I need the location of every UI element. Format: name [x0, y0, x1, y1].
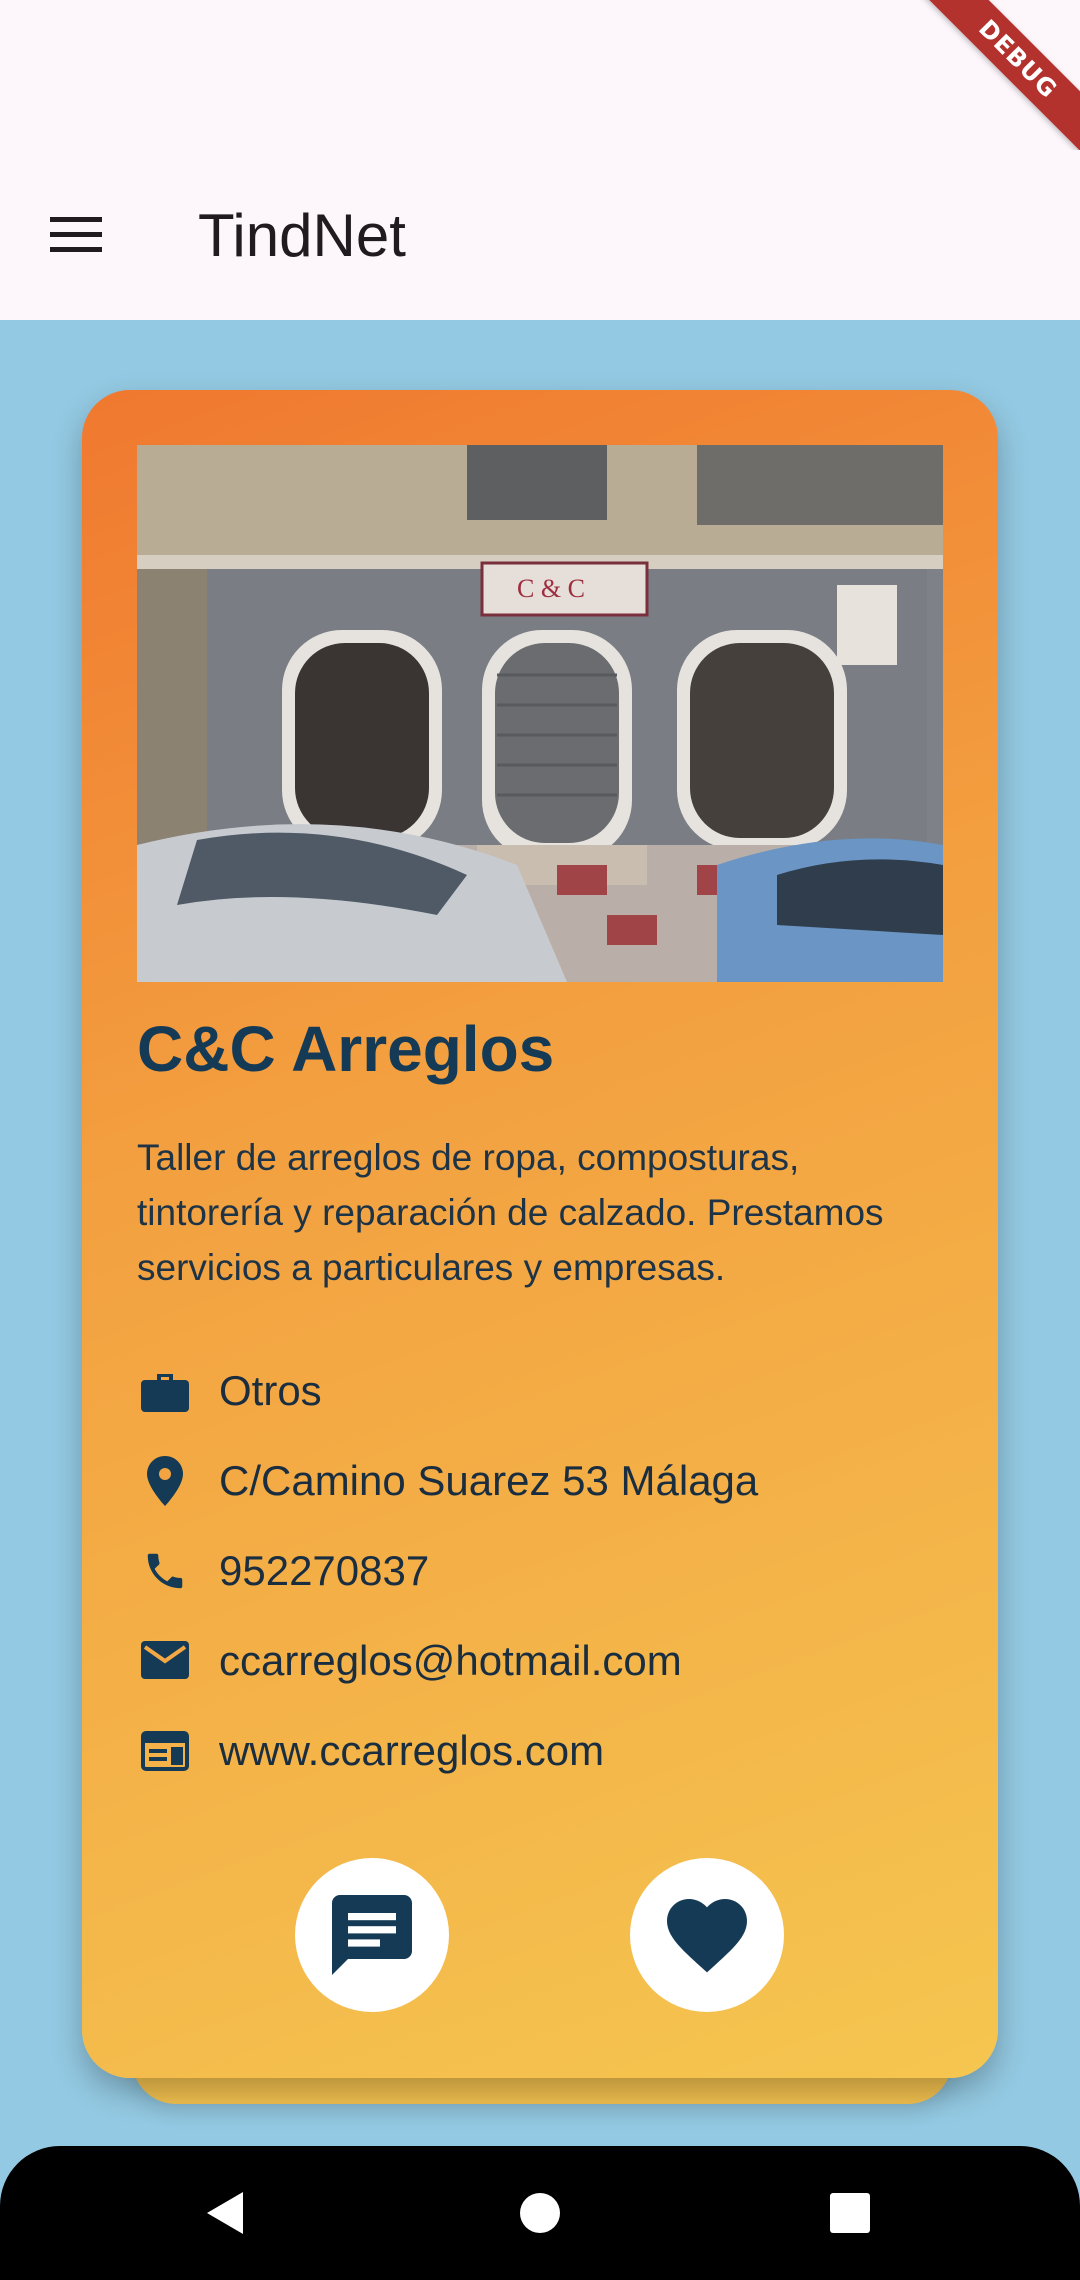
chat-icon: [332, 1895, 412, 1975]
back-button[interactable]: [180, 2168, 270, 2258]
status-bar: DEBUG: [0, 0, 1080, 159]
app-title: TindNet: [198, 201, 406, 269]
menu-icon: [50, 217, 102, 252]
location-pin-icon: [137, 1453, 193, 1509]
recents-button[interactable]: [805, 2168, 895, 2258]
screen: DEBUG TindNet C & C C&C Arreglos Taller …: [0, 0, 1080, 2280]
email-text[interactable]: ccarreglos@hotmail.com: [219, 1637, 682, 1685]
phone-row: 952270837: [137, 1536, 429, 1606]
category-text: Otros: [219, 1367, 322, 1414]
navigation-bar: [0, 2146, 1080, 2280]
address-row: C/Camino Suarez 53 Málaga: [137, 1446, 758, 1516]
app-bar: TindNet: [0, 150, 1080, 320]
email-row: ccarreglos@hotmail.com: [137, 1626, 682, 1696]
menu-button[interactable]: [36, 195, 116, 275]
email-icon: [137, 1633, 193, 1689]
storefront-image: C & C: [137, 445, 943, 982]
business-card[interactable]: C & C C&C Arreglos Taller de arreglos de…: [82, 390, 998, 2078]
category-row: Otros: [137, 1356, 322, 1426]
business-description: Taller de arreglos de ropa, composturas,…: [137, 1137, 884, 1288]
address-text[interactable]: C/Camino Suarez 53 Málaga: [219, 1457, 758, 1505]
business-photo: C & C: [137, 445, 943, 982]
web-icon: [137, 1723, 193, 1779]
home-icon: [520, 2193, 560, 2233]
favorite-button[interactable]: [630, 1858, 784, 2012]
briefcase-icon: [137, 1363, 193, 1419]
phone-icon: [137, 1543, 193, 1599]
shop-sign-text: C & C: [517, 574, 585, 603]
business-name: C&C Arreglos: [137, 1013, 555, 1085]
chat-button[interactable]: [295, 1858, 449, 2012]
website-row: www.ccarreglos.com: [137, 1716, 604, 1786]
phone-text[interactable]: 952270837: [219, 1547, 429, 1595]
website-text[interactable]: www.ccarreglos.com: [219, 1727, 604, 1775]
heart-icon: [667, 1899, 747, 1973]
debug-ribbon: DEBUG: [918, 0, 1080, 159]
back-icon: [207, 2192, 243, 2234]
home-button[interactable]: [495, 2168, 585, 2258]
recents-icon: [830, 2193, 870, 2233]
